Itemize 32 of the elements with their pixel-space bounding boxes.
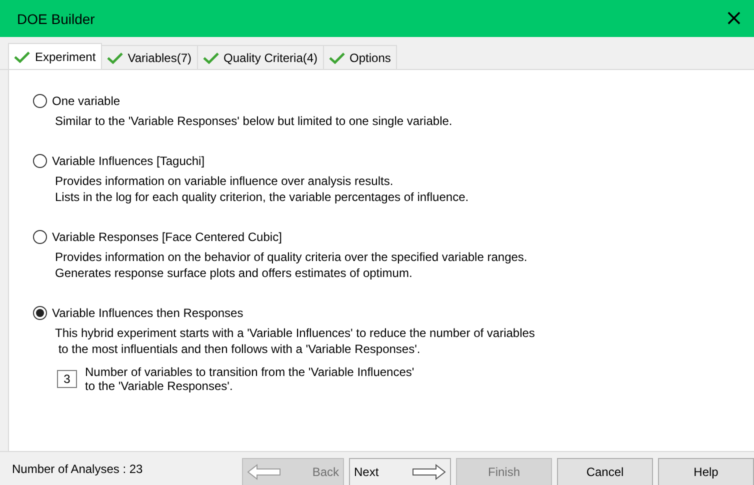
description-text: Provides information on variable influence over analysis results. (55, 173, 394, 189)
next-button[interactable]: Next (349, 458, 451, 485)
right-arrow-icon (412, 464, 446, 480)
field-label: to the 'Variable Responses'. (85, 379, 234, 393)
dialog-button[interactable]: Cancel (557, 458, 653, 485)
tab[interactable]: Options (322, 45, 397, 69)
field-label: Number of variables to transition from the 'Variable Influences' (85, 365, 414, 379)
option-label[interactable]: One variable (52, 94, 120, 108)
tab[interactable]: Experiment (8, 43, 102, 69)
checkmark-icon (106, 52, 123, 64)
dialog-button[interactable]: Help (658, 458, 754, 485)
option-label[interactable]: Variable Influences then Responses (52, 306, 244, 320)
radio-button[interactable] (33, 94, 47, 108)
close-button[interactable]: × (714, 0, 754, 37)
status-text: Number of Analyses : 23 (11, 462, 144, 476)
radio-button[interactable] (33, 306, 47, 320)
radio-button[interactable] (33, 154, 47, 168)
checkmark-icon (328, 52, 345, 64)
option-label[interactable]: Variable Responses [Face Centered Cubic] (52, 230, 282, 244)
radio-button[interactable] (33, 230, 47, 244)
description-text: This hybrid experiment starts with a 'Variable Influences' to reduce the number of variables (55, 325, 536, 341)
option-label[interactable]: Variable Influences [Taguchi] (52, 154, 205, 168)
checkmark-icon (14, 50, 30, 62)
checkmark-icon (202, 52, 219, 64)
left-arrow-icon (247, 464, 281, 480)
description-text: Similar to the 'Variable Responses' below but limited to one single variable. (55, 113, 454, 129)
description-text: Generates response surface plots and offers estimates of optimum. (55, 265, 414, 281)
description-text: to the most influentials and then follows with a 'Variable Responses'. (57, 341, 422, 357)
number-field[interactable]: 3 (57, 370, 77, 388)
description-text: Lists in the log for each quality criterion, the variable percentages of influence. (55, 189, 470, 205)
window-title: DOE Builder (17, 10, 95, 26)
description-text: Provides information on the behavior of quality criteria over the specified variable ranges. (55, 249, 528, 265)
